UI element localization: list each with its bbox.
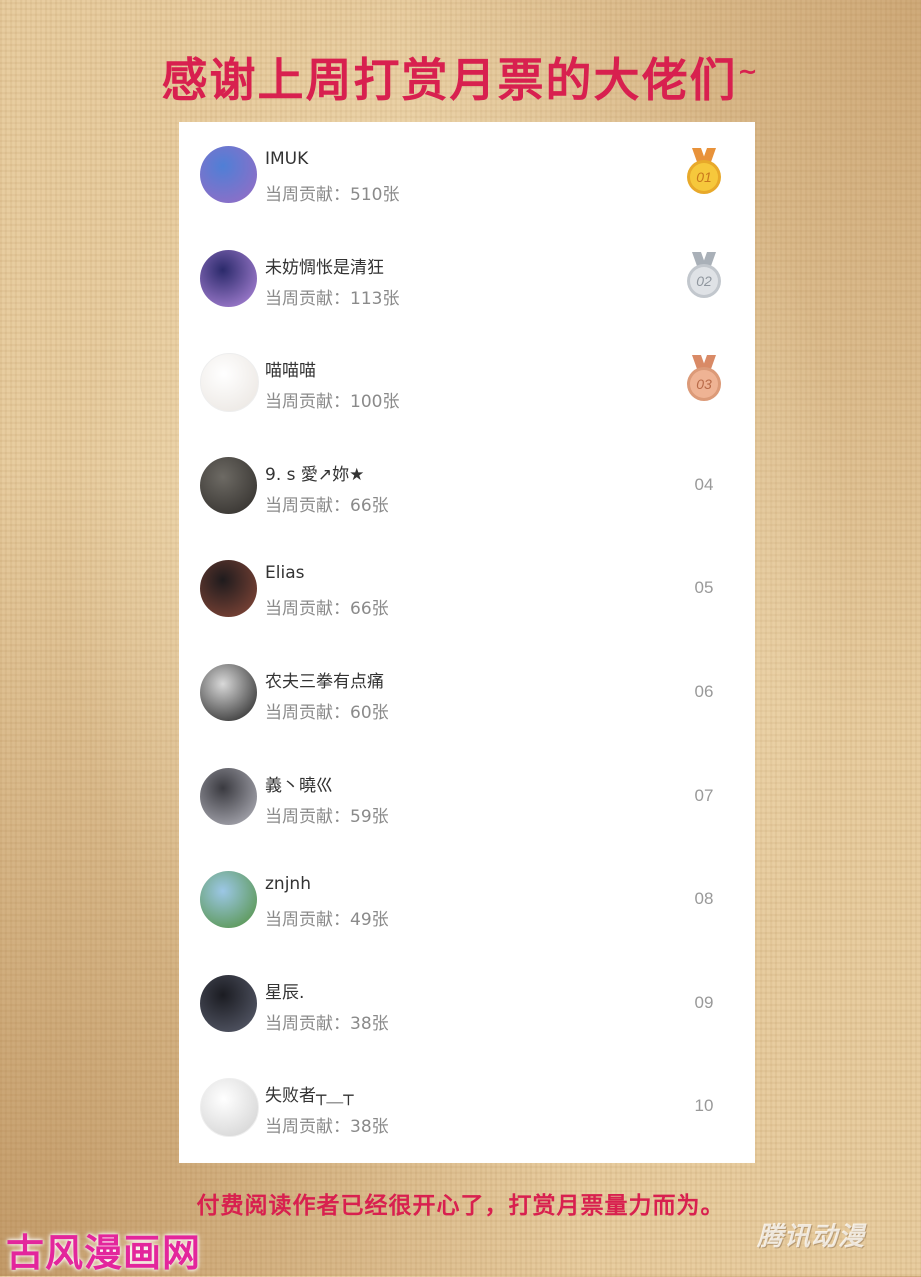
user-name: 9. s 愛↗妳★ xyxy=(265,464,365,485)
rank-number: 10 xyxy=(694,1096,714,1116)
weekly-contribution: 当周贡献：38张 xyxy=(265,1013,389,1034)
list-item[interactable]: znjnh 当周贡献：49张 08 xyxy=(179,847,755,951)
rank-number: 07 xyxy=(694,785,714,805)
weekly-contribution: 当周贡献：66张 xyxy=(265,495,389,516)
medal-rank-label: 02 xyxy=(696,273,712,289)
user-name: 喵喵喵 xyxy=(265,361,316,382)
user-name: 義丶曉巛 xyxy=(265,775,333,796)
leaderboard-panel: IMUK 当周贡献：510张 01 未妨惆怅是清狂 当周贡献：113张 02 喵喵喵… xyxy=(179,122,755,1163)
medal-rank-label: 03 xyxy=(696,376,712,392)
list-item[interactable]: IMUK 当周贡献：510张 01 xyxy=(179,122,755,226)
sketch-girl-avatar-icon[interactable] xyxy=(200,1078,259,1138)
person-avatar-icon[interactable] xyxy=(200,456,257,514)
page-title: 感谢上周打赏月票的大佬们~ xyxy=(0,44,921,110)
silver-medal-icon: 02 xyxy=(684,251,724,302)
footer-note: 付费阅读作者已经很开心了，打赏月票量力而为。 xyxy=(196,1193,725,1219)
list-item[interactable]: 義丶曉巛当周贡献：59张 07 xyxy=(179,744,755,848)
watermark-left: 古风漫画网 xyxy=(6,1231,202,1275)
weekly-contribution: 当周贡献：49张 xyxy=(265,910,389,931)
user-name: Elias xyxy=(265,563,305,584)
weekly-contribution: 当周贡献：510张 xyxy=(265,185,400,205)
user-name: 失败者┬＿┬ xyxy=(265,1086,354,1107)
list-item[interactable]: 星辰. 当周贡献：38张 09 xyxy=(179,951,755,1055)
suit-man-avatar-icon[interactable] xyxy=(200,664,257,721)
title-tilde: ~ xyxy=(737,57,760,86)
user-name: znjnh xyxy=(265,874,311,895)
rank-number: 09 xyxy=(694,992,714,1012)
weekly-contribution: 当周贡献：60张 xyxy=(265,703,389,723)
list-item[interactable]: 失败者┬＿┬ 当周贡献：38张 10 xyxy=(179,1054,755,1158)
rank-number: 05 xyxy=(694,578,714,598)
anime-dark-avatar-icon[interactable] xyxy=(200,974,257,1032)
rank-number: 06 xyxy=(694,682,714,701)
watermark-right: 腾讯动漫 xyxy=(757,1222,866,1252)
weekly-contribution: 当周贡献：59张 xyxy=(265,806,389,827)
anime-avatar-icon[interactable] xyxy=(200,249,257,307)
gold-medal-icon: 01 xyxy=(684,148,724,198)
list-item[interactable]: 农夫三拳有点痛 当周贡献：60张 06 xyxy=(179,640,755,744)
title-text: 感谢上周打赏月票的大佬们 xyxy=(161,53,738,107)
cartoon-avatar-icon[interactable] xyxy=(200,146,257,203)
weekly-contribution: 当周贡献：38张 xyxy=(265,1117,389,1138)
user-name: 星辰. xyxy=(265,982,305,1003)
user-name: 农夫三拳有点痛 xyxy=(265,672,384,692)
list-item[interactable]: 未妨惆怅是清狂 当周贡献：113张 02 xyxy=(179,226,755,330)
list-item[interactable]: 喵喵喵当周贡献：100张 03 xyxy=(179,329,755,433)
weekly-contribution: 当周贡献：66张 xyxy=(265,599,389,620)
rank-number: 04 xyxy=(694,474,714,494)
cat-sticker-avatar-icon[interactable] xyxy=(200,353,259,413)
dark-scene-avatar-icon[interactable] xyxy=(200,560,257,618)
list-item[interactable]: Elias 当周贡献：66张 05 xyxy=(179,536,755,640)
user-name: IMUK xyxy=(265,149,309,169)
bronze-medal-icon: 03 xyxy=(684,355,724,405)
list-item[interactable]: 9. s 愛↗妳★ 当周贡献：66张 04 xyxy=(179,433,755,537)
weekly-contribution: 当周贡献：100张 xyxy=(265,392,400,413)
rank-number: 08 xyxy=(694,889,714,909)
medal-rank-label: 01 xyxy=(696,169,712,185)
user-name: 未妨惆怅是清狂 xyxy=(265,257,384,278)
weekly-contribution: 当周贡献：113张 xyxy=(265,288,400,309)
landscape-avatar-icon[interactable] xyxy=(200,871,257,929)
anime-boy-avatar-icon[interactable] xyxy=(200,767,257,825)
